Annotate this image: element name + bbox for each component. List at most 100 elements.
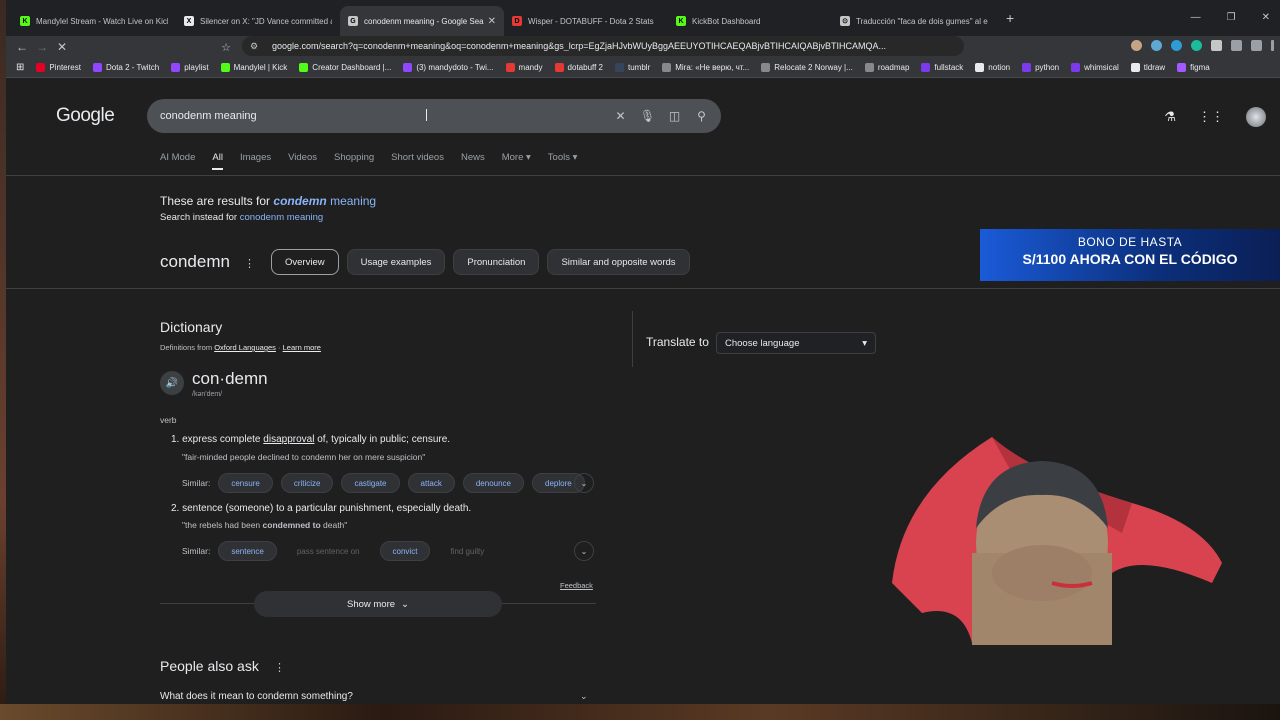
synonym-chip[interactable]: castigate	[341, 473, 400, 493]
bookmark-item[interactable]: Relocate 2 Norway |...	[761, 63, 853, 72]
language-select[interactable]: Choose language ▾	[716, 332, 876, 354]
site-info-icon[interactable]: ⚙	[250, 41, 262, 52]
bookmark-item[interactable]: Mira: «Не верю, чт...	[662, 63, 749, 72]
speaker-icon[interactable]: 🔊	[160, 371, 184, 395]
lens-icon[interactable]: ◫	[661, 109, 688, 123]
search-tab[interactable]: AI Mode	[160, 152, 195, 170]
stop-loading-icon[interactable]: ✕	[52, 40, 72, 54]
labs-flask-icon[interactable]: ⚗	[1164, 109, 1176, 125]
browser-tab[interactable]: K KickBot Dashboard	[668, 6, 832, 36]
browser-tab[interactable]: K Mandylel Stream - Watch Live on Kick	[12, 6, 176, 36]
bookmark-star-icon[interactable]: ☆	[216, 41, 236, 54]
search-instead-link[interactable]: conodenm meaning	[240, 212, 323, 223]
search-input[interactable]: conodenm meaning	[160, 110, 607, 122]
more-options-icon[interactable]: ⋮	[244, 257, 255, 270]
corrected-suffix-link[interactable]: meaning	[330, 194, 376, 208]
search-tab[interactable]: Short videos	[391, 152, 444, 170]
paa-question[interactable]: What does it mean to condemn something?	[160, 691, 353, 702]
phonetic: /kən'dem/	[192, 391, 223, 398]
bookmark-item[interactable]: dotabuff 2	[554, 63, 603, 72]
bookmark-favicon-icon	[615, 63, 624, 72]
corrected-term-link[interactable]: condemn	[273, 194, 326, 208]
address-bar[interactable]: ⚙ google.com/search?q=conodenm+meaning&o…	[242, 36, 964, 56]
sense-1: 1. express complete disapproval of, typi…	[171, 434, 450, 445]
learn-more-link[interactable]: Learn more	[283, 343, 321, 352]
search-tab[interactable]: Tools ▾	[548, 152, 578, 170]
browser-tab[interactable]: D Wisper - DOTABUFF - Dota 2 Stats	[504, 6, 668, 36]
bookmark-item[interactable]: roadmap	[864, 63, 909, 72]
synonym-chip[interactable]: convict	[379, 541, 431, 561]
bookmark-item[interactable]: playlist	[171, 63, 209, 72]
feedback-link[interactable]: Feedback	[560, 581, 593, 590]
bookmark-item[interactable]: Creator Dashboard |...	[299, 63, 391, 72]
bookmark-item[interactable]: fullstack	[921, 63, 963, 72]
restore-icon[interactable]: ❐	[1227, 12, 1236, 23]
synonym-chip[interactable]: denounce	[462, 473, 525, 493]
extension-icon[interactable]	[1211, 40, 1222, 51]
search-tab[interactable]: News	[461, 152, 485, 170]
microphone-icon[interactable]: 🎙	[634, 109, 661, 123]
minimize-icon[interactable]: —	[1191, 12, 1201, 23]
extension-icon[interactable]	[1191, 40, 1202, 51]
forward-icon[interactable]: →	[32, 40, 52, 54]
search-tab[interactable]: Videos	[288, 152, 317, 170]
bookmark-item[interactable]: tumblr	[615, 63, 650, 72]
more-options-icon[interactable]: ⋮	[274, 661, 285, 674]
show-more-button[interactable]: Show more ⌄	[254, 591, 502, 617]
tab-favicon-icon: ⊙	[840, 16, 850, 26]
browser-tab[interactable]: Gconodenm meaning - Google Search ✕	[340, 6, 504, 36]
bookmark-item[interactable]: python	[1022, 63, 1059, 72]
synonym-chip[interactable]: pass sentence on	[285, 541, 372, 561]
synonym-chip[interactable]: criticize	[280, 473, 334, 493]
bookmark-item[interactable]: mandy	[505, 63, 543, 72]
bookmark-item[interactable]: notion	[975, 63, 1010, 72]
word-chip[interactable]: Overview	[271, 249, 339, 275]
promo-banner[interactable]: BONO DE HASTA S/1100 AHORA CON EL CÓDIGO	[980, 229, 1280, 281]
tab-close-icon[interactable]: ✕	[488, 16, 496, 27]
sense-link[interactable]: disapproval	[263, 434, 314, 445]
bookmark-item[interactable]: tldraw	[1130, 63, 1165, 72]
source-link[interactable]: Oxford Languages	[214, 343, 276, 352]
expand-chevron-icon[interactable]: ⌄	[574, 541, 594, 561]
search-box[interactable]: conodenm meaning ✕ 🎙 ◫ ⚲	[147, 99, 721, 133]
extension-icon[interactable]	[1151, 40, 1162, 51]
people-also-ask-title: People also ask	[160, 658, 259, 674]
word-chip[interactable]: Usage examples	[346, 249, 446, 275]
sidebar-icon[interactable]	[1251, 40, 1262, 51]
apps-grid-icon[interactable]: ⊞	[16, 62, 24, 73]
search-tab[interactable]: Shopping	[334, 152, 374, 170]
search-tab[interactable]: All	[212, 152, 223, 170]
avatar[interactable]	[1246, 107, 1266, 127]
extension-icon[interactable]	[1171, 40, 1182, 51]
bookmark-item[interactable]: whimsical	[1071, 63, 1119, 72]
browser-tab[interactable]: ⊙ Traducción "faca de dois gumes" al e	[832, 6, 996, 36]
back-icon[interactable]: ←	[12, 40, 32, 54]
bookmark-item[interactable]: figma	[1177, 63, 1210, 72]
search-icon[interactable]: ⚲	[688, 109, 715, 123]
chevron-down-icon[interactable]: ⌄	[580, 691, 588, 702]
sense-2: 2. sentence (someone) to a particular pu…	[171, 503, 471, 514]
synonym-chip[interactable]: find guilty	[438, 541, 496, 561]
word-chip[interactable]: Pronunciation	[453, 249, 540, 275]
search-tab[interactable]: More ▾	[502, 152, 531, 170]
clear-icon[interactable]: ✕	[607, 109, 634, 123]
bookmark-item[interactable]: Pinterest	[36, 63, 81, 72]
window-controls: — ❐ ✕	[1191, 12, 1270, 23]
search-tab[interactable]: Images	[240, 152, 271, 170]
bookmark-item[interactable]: (3) mandydoto - Twi...	[403, 63, 494, 72]
menu-icon[interactable]	[1271, 40, 1274, 51]
google-logo[interactable]: Google	[56, 105, 115, 127]
browser-tab[interactable]: X Silencer on X: "JD Vance committed a	[176, 6, 340, 36]
word-chip[interactable]: Similar and opposite words	[547, 249, 690, 275]
bookmark-item[interactable]: Mandylel | Kick	[220, 63, 287, 72]
synonym-chip[interactable]: attack	[407, 473, 455, 493]
close-window-icon[interactable]: ✕	[1262, 12, 1270, 23]
extension-icon[interactable]	[1131, 40, 1142, 51]
bookmark-item[interactable]: Dota 2 - Twitch	[92, 63, 159, 72]
puzzle-icon[interactable]	[1231, 40, 1242, 51]
expand-chevron-icon[interactable]: ⌄	[574, 473, 594, 493]
synonym-chip[interactable]: censure	[218, 473, 273, 493]
apps-icon[interactable]: ⋮⋮	[1198, 109, 1224, 125]
synonym-chip[interactable]: sentence	[218, 541, 277, 561]
new-tab-button[interactable]: +	[1006, 10, 1014, 26]
